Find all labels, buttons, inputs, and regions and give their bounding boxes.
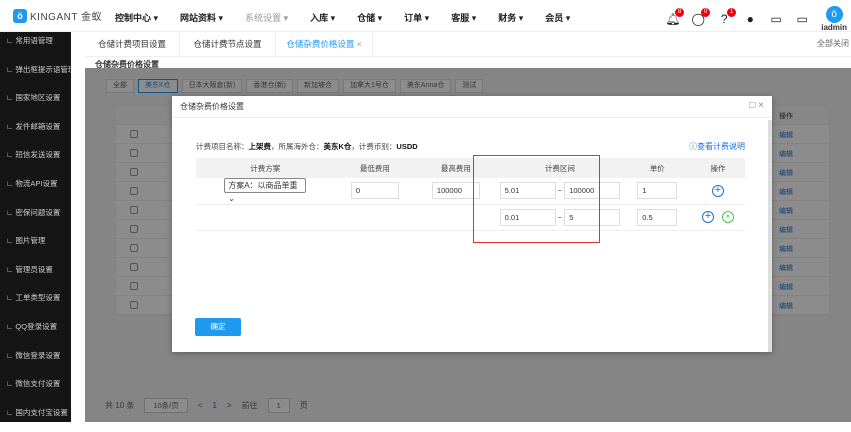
col-scheme: 计费方案 xyxy=(196,158,335,178)
unit-price-input[interactable]: 0.5 xyxy=(637,208,678,226)
info-icon: ⓘ xyxy=(689,142,697,151)
sidebar-item[interactable]: ∟ QQ登录设置 xyxy=(0,318,71,347)
sidebar-item[interactable]: ∟ 图片管理 xyxy=(0,232,71,261)
dialog-title: 仓储杂费价格设置 xyxy=(172,96,772,118)
sidebar-item[interactable]: ∟ 物流API设置 xyxy=(0,175,71,204)
col-action: 操作 xyxy=(690,158,745,178)
tab-billing-nodes[interactable]: 仓储计费节点设置 xyxy=(180,32,276,57)
screen-icon[interactable]: ▭ xyxy=(795,12,809,26)
user-menu[interactable]: ö iadmin xyxy=(821,6,847,32)
sidebar-item[interactable]: ∟ 管理员设置 xyxy=(0,261,71,290)
help-badge: 1 xyxy=(727,8,737,17)
dialog-scrollbar[interactable] xyxy=(768,120,772,352)
sidebar-item[interactable]: ∟ 发件邮箱设置 xyxy=(0,118,71,147)
add-row-icon[interactable]: + xyxy=(711,184,724,197)
help-icon[interactable]: ? 1 xyxy=(717,8,737,26)
chat-icon[interactable]: ◯ 0 xyxy=(691,8,711,26)
scheme-select[interactable]: 方案A：以商品单重 ⌄ xyxy=(224,178,307,203)
nav-control-center[interactable]: 控制中心 ▾ xyxy=(115,11,158,24)
price-dialog: 仓储杂费价格设置 □ × 计费项目名称：上架费，所属海外仓：美东K仓，计费币别：… xyxy=(172,96,772,352)
avatar: ö xyxy=(825,6,843,23)
tab-billing-items[interactable]: 仓储计费项目设置 xyxy=(85,32,180,57)
nav-finance[interactable]: 财务 ▾ xyxy=(498,11,523,24)
tab-label: 仓储杂费价格设置 xyxy=(286,39,355,49)
close-icon[interactable]: × xyxy=(758,100,764,111)
sidebar-item[interactable]: ∟ 微信登录设置 xyxy=(0,347,71,376)
sidebar-item[interactable]: ∟ 工单类型设置 xyxy=(0,289,71,318)
table-row: 方案A：以商品单重 ⌄ 0 100000 5.01 ~ 100000 1 + xyxy=(196,178,745,205)
remove-row-icon[interactable]: × xyxy=(721,211,734,223)
confirm-button[interactable]: 确定 xyxy=(195,318,241,336)
nav-orders[interactable]: 订单 ▾ xyxy=(404,11,429,24)
top-header: ö KINGANT 金蚁 控制中心 ▾ 网站资料 ▾ 系统设置 ▾ 入库 ▾ 仓储… xyxy=(0,0,851,32)
close-all-button[interactable]: 全部关闭 xyxy=(817,38,849,49)
sidebar-item[interactable]: ∟ 微信支付设置 xyxy=(0,375,71,404)
close-tab-icon[interactable]: × xyxy=(357,39,362,49)
globe-icon[interactable]: ● xyxy=(743,12,757,26)
min-fee-input[interactable]: 0 xyxy=(350,182,399,200)
sidebar-item[interactable]: ∟ 国内支付宝设置 xyxy=(0,404,71,432)
sidebar-item[interactable]: ∟ 短信发送设置 xyxy=(0,146,71,175)
col-min: 最低费用 xyxy=(334,158,416,178)
main-nav: 控制中心 ▾ 网站资料 ▾ 系统设置 ▾ 入库 ▾ 仓储 ▾ 订单 ▾ 客服 ▾… xyxy=(115,11,592,24)
chat-badge: 0 xyxy=(701,8,711,17)
tab-misc-price[interactable]: 仓储杂费价格设置 × xyxy=(276,32,373,57)
bell-badge: 8 xyxy=(675,8,685,17)
billing-help-link[interactable]: ⓘ查看计费说明 xyxy=(689,141,745,152)
nav-system-settings[interactable]: 系统设置 ▾ xyxy=(245,11,288,24)
range-highlight xyxy=(473,155,600,243)
nav-service[interactable]: 客服 ▾ xyxy=(451,11,476,24)
logo-icon: ö xyxy=(13,8,27,23)
bell-icon[interactable]: 🔔︎ 8 xyxy=(665,8,685,26)
sidebar: ∟ 常用语管理 ∟ 弹出框提示语管理 ∟ 国家地区设置 ∟ 发件邮箱设置 ∟ 短信发送设… xyxy=(0,32,71,422)
unit-price-input[interactable]: 1 xyxy=(637,182,678,200)
add-row-icon[interactable]: + xyxy=(701,211,714,223)
price-rules-table: 计费方案 最低费用 最高费用 计费区间 单价 操作 方案A：以商品单重 ⌄ 0 … xyxy=(196,158,745,231)
nav-inbound[interactable]: 入库 ▾ xyxy=(310,11,335,24)
col-price: 单价 xyxy=(623,158,691,178)
nav-members[interactable]: 会员 ▾ xyxy=(545,11,570,24)
sidebar-item[interactable]: ∟ 弹出框提示语管理 xyxy=(0,61,71,90)
logo[interactable]: ö KINGANT 金蚁 xyxy=(13,8,102,23)
sidebar-item[interactable]: ∟ 国家地区设置 xyxy=(0,89,71,118)
nav-storage[interactable]: 仓储 ▾ xyxy=(357,11,382,24)
maximize-icon[interactable]: □ xyxy=(749,100,755,111)
billing-info: 计费项目名称：上架费，所属海外仓：美东K仓，计费币别：USDD xyxy=(196,142,418,151)
sidebar-item[interactable]: ∟ 密保问题设置 xyxy=(0,204,71,233)
table-row: 0.01 ~ 5 0.5 + × xyxy=(196,204,745,231)
nav-site-data[interactable]: 网站资料 ▾ xyxy=(180,11,223,24)
sidebar-item[interactable]: ∟ 常用语管理 xyxy=(0,32,71,61)
monitor-icon[interactable]: ▭ xyxy=(769,12,783,26)
tab-bar: 仓储计费项目设置 仓储计费节点设置 仓储杂费价格设置 × xyxy=(85,32,851,57)
